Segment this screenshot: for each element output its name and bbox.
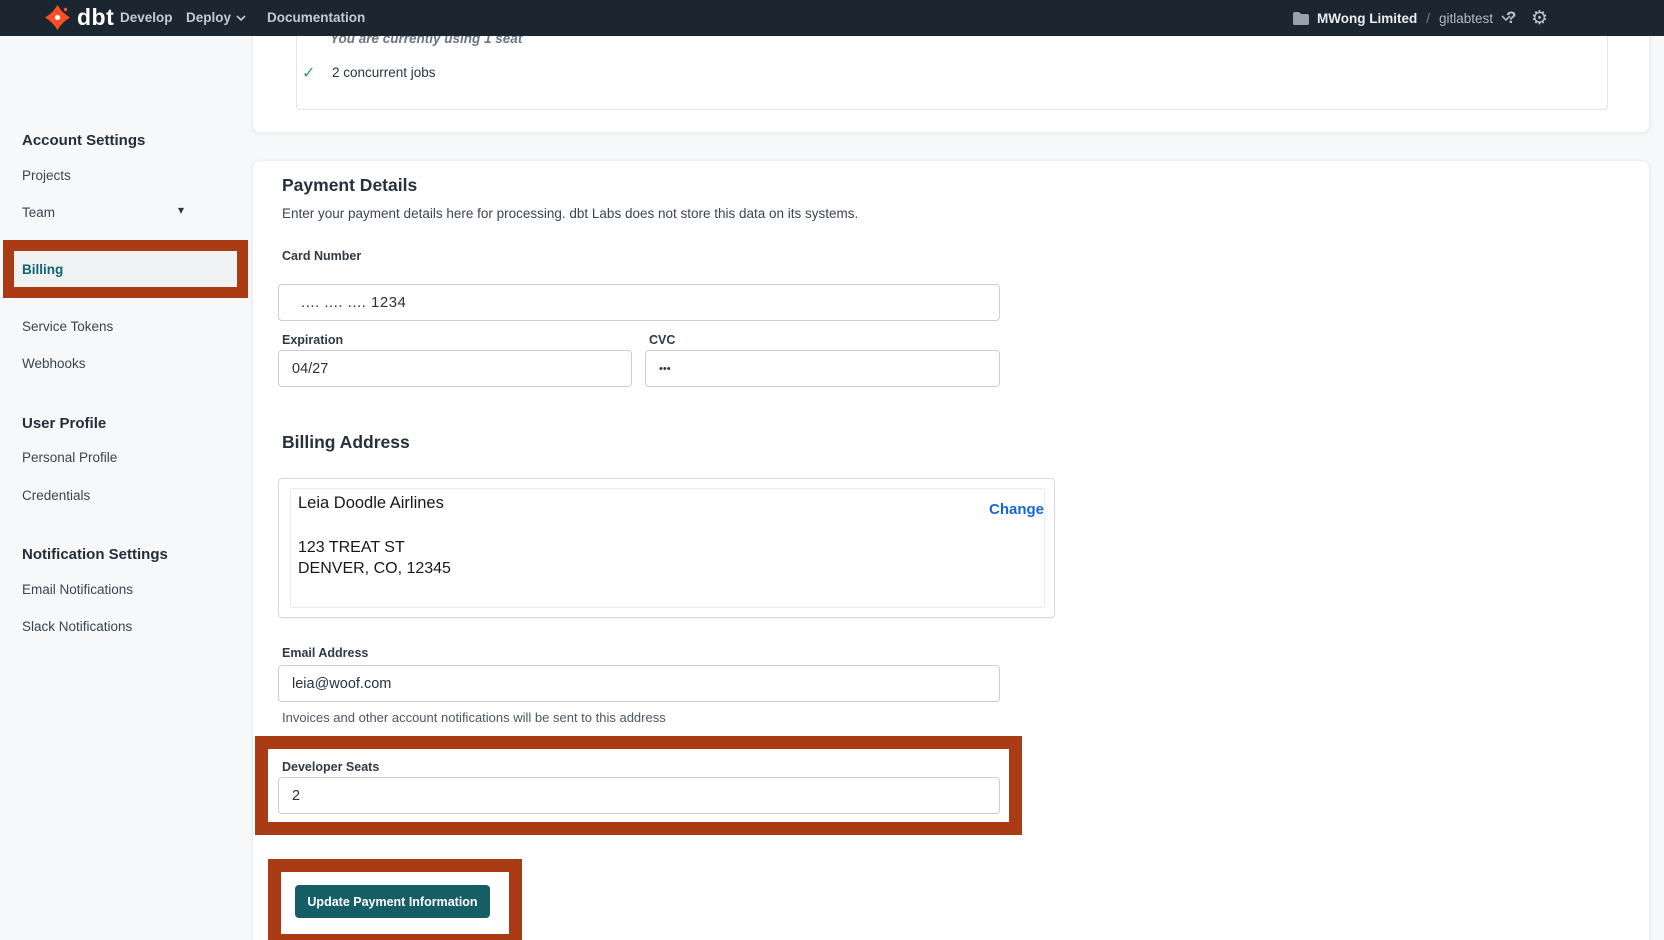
developer-seats-input[interactable] [278, 777, 1000, 814]
dbt-logo[interactable]: dbt [44, 4, 114, 31]
account-switcher[interactable]: MWong Limited / gitlabtest [1293, 0, 1511, 36]
sidebar-item-slack-notifications[interactable]: Slack Notifications [22, 619, 132, 634]
chevron-down-icon[interactable] [236, 15, 246, 21]
settings-sidebar: Account Settings Projects Team ▾ Users S… [0, 36, 238, 940]
billing-address-line2: DENVER, CO, 12345 [298, 560, 451, 578]
sidebar-section-notification-settings: Notification Settings [22, 546, 168, 563]
help-button[interactable]: ? [1506, 0, 1516, 36]
nav-develop[interactable]: Develop [120, 0, 173, 36]
card-number-label: Card Number [282, 249, 361, 263]
cvc-label: CVC [649, 333, 675, 347]
sidebar-item-webhooks[interactable]: Webhooks [22, 356, 86, 371]
email-helper-text: Invoices and other account notifications… [282, 710, 666, 725]
change-address-link[interactable]: Change [989, 501, 1044, 518]
dbt-logo-text: dbt [77, 4, 114, 31]
sidebar-item-billing[interactable]: Billing [14, 251, 237, 287]
billing-address-title: Billing Address [282, 432, 410, 453]
card-number-input[interactable] [278, 284, 1000, 321]
email-address-input[interactable] [278, 665, 1000, 702]
project-name: gitlabtest [1439, 11, 1493, 26]
settings-button[interactable]: ⚙ [1531, 0, 1548, 36]
email-address-label: Email Address [282, 646, 368, 660]
top-navigation-bar: dbt Develop Deploy Documentation MWong L… [0, 0, 1664, 36]
payment-details-title: Payment Details [282, 175, 417, 196]
expiration-label: Expiration [282, 333, 343, 347]
payment-details-description: Enter your payment details here for proc… [282, 206, 858, 221]
expiration-input[interactable] [278, 350, 632, 387]
sidebar-item-service-tokens[interactable]: Service Tokens [22, 319, 113, 334]
check-icon: ✓ [302, 63, 315, 83]
sidebar-item-projects[interactable]: Projects [22, 168, 71, 183]
dbt-logo-icon [44, 4, 71, 31]
breadcrumb-separator: / [1426, 11, 1430, 26]
nav-deploy[interactable]: Deploy [186, 0, 231, 36]
update-payment-button[interactable]: Update Payment Information [295, 885, 490, 918]
sidebar-item-email-notifications[interactable]: Email Notifications [22, 582, 133, 597]
chevron-down-icon[interactable]: ▾ [178, 203, 184, 217]
sidebar-section-account-settings: Account Settings [22, 132, 145, 149]
billing-address-company: Leia Doodle Airlines [298, 494, 444, 513]
sidebar-section-user-profile: User Profile [22, 415, 106, 432]
sidebar-item-billing-label: Billing [22, 262, 63, 277]
nav-documentation[interactable]: Documentation [267, 0, 365, 36]
gear-icon: ⚙ [1531, 7, 1548, 30]
sidebar-item-personal-profile[interactable]: Personal Profile [22, 450, 117, 465]
folder-icon [1293, 12, 1309, 25]
account-name: MWong Limited [1317, 11, 1417, 26]
cvc-input[interactable] [645, 350, 1000, 387]
sidebar-item-credentials[interactable]: Credentials [22, 488, 90, 503]
sidebar-item-team[interactable]: Team [22, 205, 55, 220]
concurrent-jobs-text: 2 concurrent jobs [332, 65, 436, 80]
developer-seats-label: Developer Seats [282, 760, 379, 774]
billing-address-line1: 123 TREAT ST [298, 539, 405, 557]
dbt-cloud-billing-page: You are currently using 1 seat ✓ 2 concu… [0, 0, 1664, 940]
help-icon: ? [1506, 8, 1516, 28]
